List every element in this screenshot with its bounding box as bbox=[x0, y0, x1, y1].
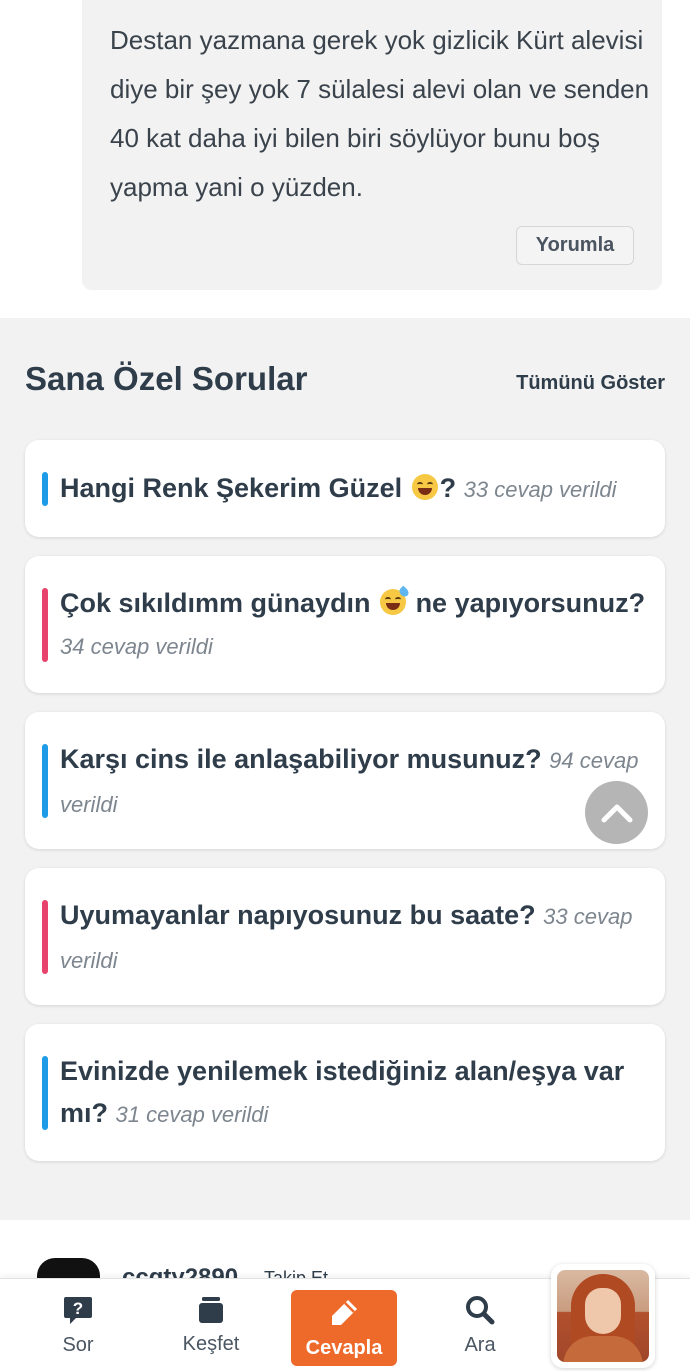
personal-questions-section: Sana Özel Sorular Tümünü Göster Hangi Re… bbox=[0, 318, 690, 1220]
question-title: Karşı cins ile anlaşabiliyor musunuz? bbox=[60, 744, 542, 774]
reply-button[interactable]: Yorumla bbox=[516, 226, 634, 265]
profile-thumbnail[interactable] bbox=[551, 1264, 655, 1368]
grinning-face-icon bbox=[411, 474, 438, 500]
question-title-end: ne yapıyorsunuz? bbox=[408, 588, 646, 618]
nav-label: Sor bbox=[62, 1334, 94, 1356]
section-title: Sana Özel Sorular bbox=[25, 360, 308, 397]
nav-label: Ara bbox=[464, 1334, 496, 1356]
question-title-end: ? bbox=[439, 473, 457, 503]
svg-text:?: ? bbox=[73, 1299, 83, 1318]
question-accent-bar bbox=[42, 900, 48, 974]
question-text: Evinizde yenilemek istediğiniz alan/eşya… bbox=[60, 1050, 647, 1136]
answer-count: 31 cevap verildi bbox=[115, 1102, 269, 1127]
nav-label: Cevapla bbox=[305, 1336, 383, 1359]
question-accent-bar bbox=[42, 744, 48, 818]
question-text: Uyumayanlar napıyosunuz bu saate? 33 cev… bbox=[60, 894, 647, 982]
scroll-to-top-button[interactable] bbox=[585, 781, 648, 844]
question-card[interactable]: Hangi Renk Şekerim Güzel ? 33 cevap veri… bbox=[25, 440, 665, 537]
nav-item-kesfet[interactable]: Keşfet bbox=[170, 1279, 252, 1371]
answer-count: 33 cevap verildi bbox=[463, 477, 617, 502]
cards-stack-icon bbox=[199, 1297, 223, 1323]
question-title: Hangi Renk Şekerim Güzel bbox=[60, 473, 410, 503]
question-card[interactable]: Evinizde yenilemek istediğiniz alan/eşya… bbox=[25, 1024, 665, 1161]
nav-item-sor[interactable]: ? Sor bbox=[38, 1279, 118, 1371]
comment-text: Destan yazmana gerek yok gizlicik Kürt a… bbox=[110, 25, 650, 202]
question-bubble-icon: ? bbox=[64, 1297, 92, 1324]
avatar bbox=[557, 1270, 649, 1362]
question-text: Hangi Renk Şekerim Güzel ? 33 cevap veri… bbox=[60, 467, 647, 511]
question-accent-bar bbox=[42, 1056, 48, 1130]
question-accent-bar bbox=[42, 588, 48, 662]
nav-item-ara[interactable]: Ara bbox=[440, 1279, 520, 1371]
question-accent-bar bbox=[42, 472, 48, 506]
question-card[interactable]: Karşı cins ile anlaşabiliyor musunuz? 94… bbox=[25, 712, 665, 849]
question-title: Uyumayanlar napıyosunuz bu saate? bbox=[60, 900, 536, 930]
nav-item-cevapla[interactable]: Cevapla bbox=[291, 1290, 397, 1366]
question-card[interactable]: Uyumayanlar napıyosunuz bu saate? 33 cev… bbox=[25, 868, 665, 1005]
comment-card: Destan yazmana gerek yok gizlicik Kürt a… bbox=[82, 0, 662, 290]
question-text: Çok sıkıldımm günaydın ne yapıyorsunuz? … bbox=[60, 582, 647, 668]
search-icon bbox=[466, 1296, 495, 1325]
question-card[interactable]: Çok sıkıldımm günaydın ne yapıyorsunuz? … bbox=[25, 556, 665, 693]
show-all-link[interactable]: Tümünü Göster bbox=[516, 372, 665, 395]
answer-count: 34 cevap verildi bbox=[60, 634, 213, 659]
chevron-up-icon bbox=[601, 804, 632, 822]
question-text: Karşı cins ile anlaşabiliyor musunuz? 94… bbox=[60, 738, 647, 826]
pencil-icon bbox=[332, 1299, 357, 1325]
question-title: Çok sıkıldımm günaydın bbox=[60, 588, 379, 618]
nav-label: Keşfet bbox=[182, 1333, 240, 1355]
grinning-sweat-face-icon bbox=[380, 585, 411, 615]
